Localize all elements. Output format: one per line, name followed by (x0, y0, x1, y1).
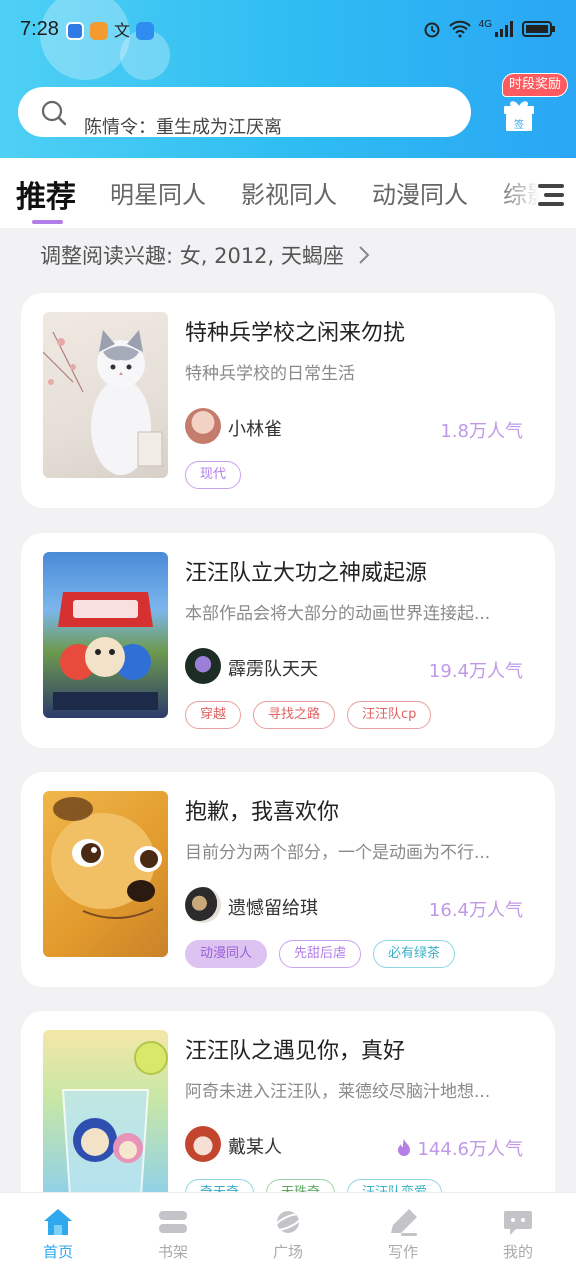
category-tabs: 推荐 明星同人 影视同人 动漫同人 综影 (0, 158, 576, 228)
nav-label: 写作 (387, 1243, 418, 1261)
gift-label: 签 (514, 118, 524, 131)
avatar[interactable] (185, 887, 221, 923)
nav-plaza[interactable]: 广场 (248, 1207, 328, 1262)
translate-app-icon: 文 (114, 21, 131, 40)
author-name[interactable]: 戴某人 (228, 1133, 282, 1159)
popularity-count: 144.6万人气 (395, 1135, 523, 1161)
tab-film-fanfic[interactable]: 影视同人 (241, 175, 337, 210)
nav-label: 我的 (502, 1243, 533, 1261)
book-description: 阿奇未进入汪汪队，莱德绞尽脑汁地想... (185, 1082, 491, 1102)
tag-list: 现代 (185, 461, 242, 489)
status-time: 7:28 (20, 18, 59, 40)
popularity-count: 16.4万人气 (429, 896, 523, 922)
nav-bookshelf[interactable]: 书架 (133, 1207, 213, 1262)
cat-illustration (43, 330, 163, 475)
network-type: 4G (478, 18, 492, 30)
book-card[interactable]: 抱歉，我喜欢你 目前分为两个部分，一个是动画为不行... 遗憾留给琪 16.4万… (21, 772, 555, 987)
tag-list: 穿越 寻找之路 汪汪队cp (185, 701, 432, 729)
pen-icon (391, 1209, 417, 1236)
book-card[interactable]: 特种兵学校之闲来勿扰 特种兵学校的日常生活 小林雀 1.8万人气 现代 (21, 293, 555, 508)
book-card[interactable]: 汪汪队立大功之神威起源 本部作品会将大部分的动画世界连接起... 霹雳队天天 1… (21, 533, 555, 748)
puppy-illustration (51, 797, 162, 920)
nav-label: 首页 (42, 1243, 73, 1261)
tag[interactable]: 现代 (185, 461, 242, 489)
header: 7:28 文 4G 陈情令：重生成为江厌离 时段奖励 签 (0, 0, 576, 158)
book-cover[interactable] (43, 552, 168, 718)
nav-home[interactable]: 首页 (18, 1207, 98, 1262)
tag[interactable]: 必有绿茶 (373, 940, 456, 968)
tab-recommend[interactable]: 推荐 (16, 172, 76, 216)
cloud-app-icon (136, 22, 155, 40)
paw-patrol-illustration (53, 592, 158, 710)
avatar[interactable] (185, 648, 221, 684)
chat-bubble-icon (504, 1211, 532, 1235)
menu-icon[interactable] (534, 180, 568, 210)
alarm-icon (424, 22, 440, 38)
tag[interactable]: 先甜后虐 (279, 940, 362, 968)
status-right: 4G (423, 18, 556, 38)
nav-label: 广场 (272, 1243, 303, 1261)
book-title: 汪汪队立大功之神威起源 (185, 561, 428, 586)
active-tab-indicator (32, 220, 63, 224)
chevron-right-icon (358, 246, 370, 264)
author-name[interactable]: 霹雳队天天 (228, 655, 318, 681)
search-bar[interactable]: 陈情令：重生成为江厌离 (18, 87, 471, 137)
book-cover[interactable] (43, 312, 168, 478)
tag[interactable]: 汪汪队cp (347, 701, 432, 729)
bottom-nav: 首页 书架 广场 写作 我的 (0, 1192, 576, 1280)
tag[interactable]: 穿越 (185, 701, 242, 729)
author-name[interactable]: 小林雀 (228, 415, 282, 441)
book-cover[interactable] (43, 791, 168, 957)
signal-icon (495, 21, 513, 37)
bookshelf-icon (159, 1211, 187, 1233)
search-placeholder: 陈情令：重生成为江厌离 (84, 117, 282, 137)
status-app-icons: 文 (66, 21, 155, 40)
avatar[interactable] (185, 408, 221, 444)
video-app-icon (90, 22, 108, 40)
book-description: 特种兵学校的日常生活 (185, 364, 355, 384)
book-title: 特种兵学校之闲来勿扰 (185, 321, 406, 346)
status-bar: 7:28 文 4G (0, 14, 576, 50)
popularity-text: 144.6万人气 (417, 1139, 523, 1160)
reward-badge[interactable]: 时段奖励 (502, 73, 569, 97)
popularity-count: 19.4万人气 (429, 657, 523, 683)
tag[interactable]: 寻找之路 (253, 701, 336, 729)
tag-list: 动漫同人 先甜后虐 必有绿茶 (185, 940, 456, 968)
popularity-text: 19.4万人气 (428, 661, 523, 682)
adjust-interest-link[interactable]: 调整阅读兴趣: 女, 2012, 天蝎座 (40, 240, 371, 270)
browser-app-icon (66, 22, 84, 40)
tag[interactable]: 动漫同人 (185, 940, 268, 968)
paw-patrol-cup-illustration (61, 1041, 168, 1196)
nav-label: 书架 (157, 1243, 188, 1261)
battery-icon (522, 21, 555, 37)
nav-write[interactable]: 写作 (363, 1207, 443, 1262)
wifi-icon (448, 20, 471, 38)
book-description: 目前分为两个部分，一个是动画为不行... (185, 843, 491, 863)
book-title: 抱歉，我喜欢你 (185, 800, 340, 825)
checkin-gift-icon[interactable]: 签 (500, 96, 538, 134)
book-description: 本部作品会将大部分的动画世界连接起... (185, 604, 491, 624)
home-icon (44, 1209, 72, 1235)
interest-text: 调整阅读兴趣: 女, 2012, 天蝎座 (40, 244, 344, 268)
book-title: 汪汪队之遇见你，真好 (185, 1039, 406, 1064)
popularity-count: 1.8万人气 (440, 417, 523, 443)
popularity-text: 16.4万人气 (428, 900, 523, 921)
tab-anime-fanfic[interactable]: 动漫同人 (372, 175, 468, 210)
tab-celebrity-fanfic[interactable]: 明星同人 (110, 175, 206, 210)
author-name[interactable]: 遗憾留给琪 (228, 894, 318, 920)
nav-mine[interactable]: 我的 (478, 1207, 558, 1262)
popularity-text: 1.8万人气 (440, 421, 523, 442)
book-cover[interactable] (43, 1030, 168, 1196)
planet-icon (273, 1211, 303, 1233)
flame-icon (398, 1139, 411, 1156)
search-icon (41, 100, 67, 126)
avatar[interactable] (185, 1126, 221, 1162)
